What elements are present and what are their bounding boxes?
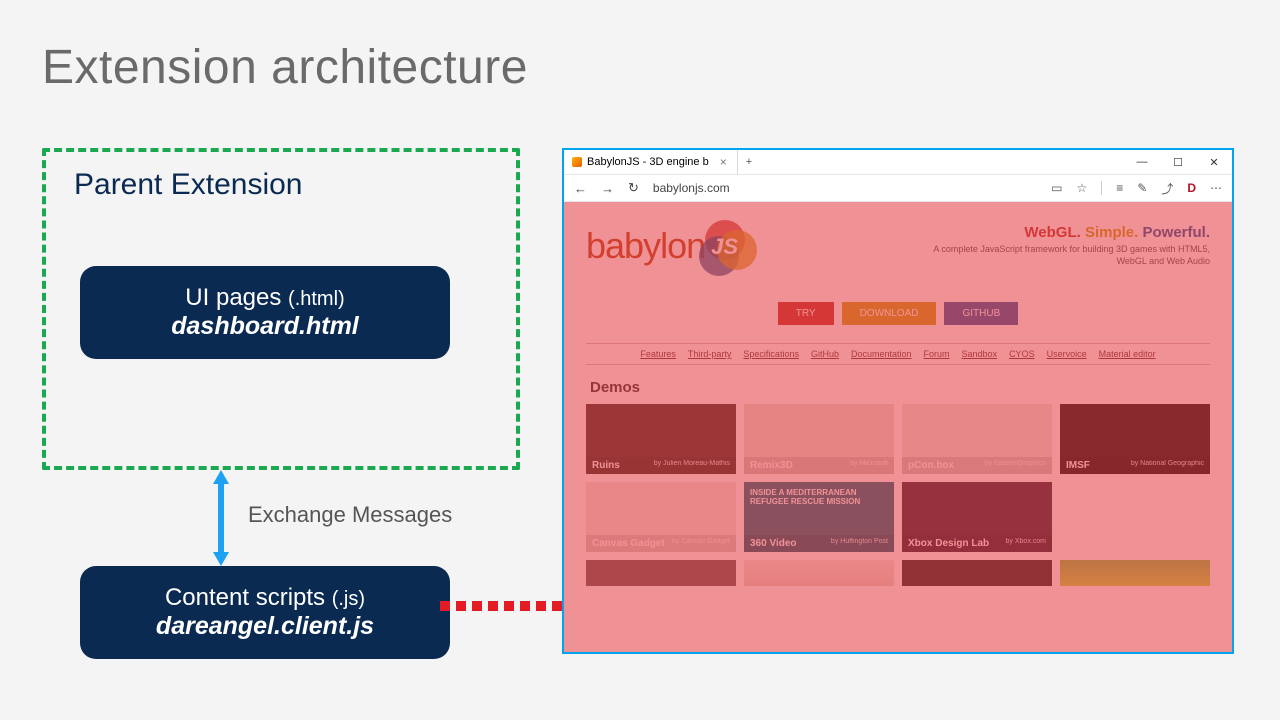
tab-title: BabylonJS - 3D engine b	[587, 156, 709, 168]
logo-js-text: JS	[711, 234, 738, 260]
tagline-w3: Powerful.	[1142, 224, 1210, 241]
nav-link[interactable]: Sandbox	[962, 349, 998, 359]
nav-link[interactable]: CYOS	[1009, 349, 1035, 359]
content-scripts-text: Content scripts	[165, 584, 332, 611]
demo-card[interactable]: IMSFby National Geographic	[1060, 404, 1210, 474]
ui-pages-box: UI pages (.html) dashboard.html	[80, 266, 450, 359]
browser-tab[interactable]: BabylonJS - 3D engine b ×	[564, 150, 738, 174]
nav-link[interactable]: Material editor	[1099, 349, 1156, 359]
content-scripts-line1: Content scripts (.js)	[106, 584, 424, 612]
refresh-button[interactable]: ↻	[628, 180, 639, 196]
nav-link[interactable]: Features	[640, 349, 676, 359]
card-caption: Ruinsby Julien Moreau-Mathis	[586, 457, 736, 474]
reading-icon[interactable]: ▭	[1051, 181, 1062, 195]
browser-viewport: babylon JS WebGL. Simple. Powerful. A co…	[564, 202, 1232, 652]
ui-pages-paren: (.html)	[288, 288, 345, 310]
new-tab-button[interactable]: +	[738, 156, 760, 168]
demos-grid-partial	[586, 560, 1210, 586]
nav-links: Features Third-party Specifications GitHub D…	[586, 343, 1210, 365]
page-content: babylon JS WebGL. Simple. Powerful. A co…	[564, 202, 1232, 652]
nav-link[interactable]: Forum	[924, 349, 950, 359]
forward-button[interactable]: →	[601, 181, 614, 196]
share-icon[interactable]: ⤴	[1161, 180, 1173, 197]
exchange-messages-label: Exchange Messages	[248, 502, 452, 528]
window-close-button[interactable]: ✕	[1196, 150, 1232, 174]
logo-text: babylon	[586, 225, 705, 267]
ui-pages-filename: dashboard.html	[106, 312, 424, 341]
demo-card[interactable]: INSIDE A MEDITERRANEAN REFUGEE RESCUE MI…	[744, 482, 894, 552]
tab-close-icon[interactable]: ×	[720, 155, 727, 169]
favicon-icon	[572, 157, 582, 167]
nav-link[interactable]: Documentation	[851, 349, 912, 359]
content-scripts-box: Content scripts (.js) dareangel.client.j…	[80, 566, 450, 659]
nav-link[interactable]: Third-party	[688, 349, 732, 359]
hero-buttons: TRY DOWNLOAD GITHUB	[586, 302, 1210, 325]
menu-icon[interactable]: ≡	[1116, 181, 1123, 195]
content-scripts-paren: (.js)	[332, 588, 365, 610]
tagline-w2: Simple.	[1085, 224, 1138, 241]
logo-js-badge-icon: JS	[699, 220, 755, 276]
window-maximize-button[interactable]: ☐	[1160, 150, 1196, 174]
browser-window: BabylonJS - 3D engine b × + — ☐ ✕ ← → ↻ …	[562, 148, 1234, 654]
browser-titlebar: BabylonJS - 3D engine b × + — ☐ ✕	[564, 150, 1232, 174]
demos-heading: Demos	[590, 379, 1210, 396]
demo-card[interactable]: Xbox Design Labby Xbox.com	[902, 482, 1052, 552]
demo-card[interactable]: pCon.boxby EasternGraphics	[902, 404, 1052, 474]
tagline-w1: WebGL.	[1024, 224, 1080, 241]
slide-title: Extension architecture	[42, 40, 528, 95]
try-button[interactable]: TRY	[778, 302, 834, 325]
nav-link[interactable]: Uservoice	[1047, 349, 1087, 359]
babylon-logo: babylon JS	[586, 216, 755, 276]
card-caption: IMSFby National Geographic	[1060, 457, 1210, 474]
parent-extension-label: Parent Extension	[74, 168, 302, 202]
ui-pages-line1: UI pages (.html)	[106, 284, 424, 312]
url-field[interactable]: babylonjs.com	[653, 181, 1037, 195]
card-caption: 360 Videoby Huffington Post	[744, 535, 894, 552]
demo-card[interactable]: Ruinsby Julien Moreau-Mathis	[586, 404, 736, 474]
card-caption: Xbox Design Labby Xbox.com	[902, 535, 1052, 552]
edit-icon[interactable]: ✎	[1137, 181, 1147, 195]
extension-d-icon[interactable]: D	[1187, 181, 1196, 195]
card-caption: Remix3Dby Microsoft	[744, 457, 894, 474]
demo-card[interactable]: Remix3Dby Microsoft	[744, 404, 894, 474]
tagline: WebGL. Simple. Powerful. A complete Java…	[910, 224, 1210, 267]
back-button[interactable]: ←	[574, 181, 587, 196]
demos-grid: Ruinsby Julien Moreau-Mathis Remix3Dby Mi…	[586, 404, 1210, 552]
tagline-sub: A complete JavaScript framework for buil…	[910, 244, 1210, 267]
nav-link[interactable]: GitHub	[811, 349, 839, 359]
red-dotted-connector	[440, 600, 568, 612]
more-icon[interactable]: ⋯	[1210, 181, 1222, 195]
content-scripts-filename: dareangel.client.js	[106, 612, 424, 641]
demo-card[interactable]: Canvas Gadgetby Canvas Gadget	[586, 482, 736, 552]
card-caption: pCon.boxby EasternGraphics	[902, 457, 1052, 474]
ui-pages-text: UI pages	[185, 284, 288, 311]
nav-link[interactable]: Specifications	[743, 349, 799, 359]
github-button[interactable]: GITHUB	[944, 302, 1018, 325]
download-button[interactable]: DOWNLOAD	[842, 302, 937, 325]
browser-addressbar: ← → ↻ babylonjs.com ▭ ☆ ≡ ✎ ⤴ D ⋯	[564, 174, 1232, 202]
star-icon[interactable]: ☆	[1076, 181, 1087, 195]
window-minimize-button[interactable]: —	[1124, 150, 1160, 174]
card-caption: Canvas Gadgetby Canvas Gadget	[586, 535, 736, 552]
exchange-arrow-icon	[213, 470, 229, 566]
